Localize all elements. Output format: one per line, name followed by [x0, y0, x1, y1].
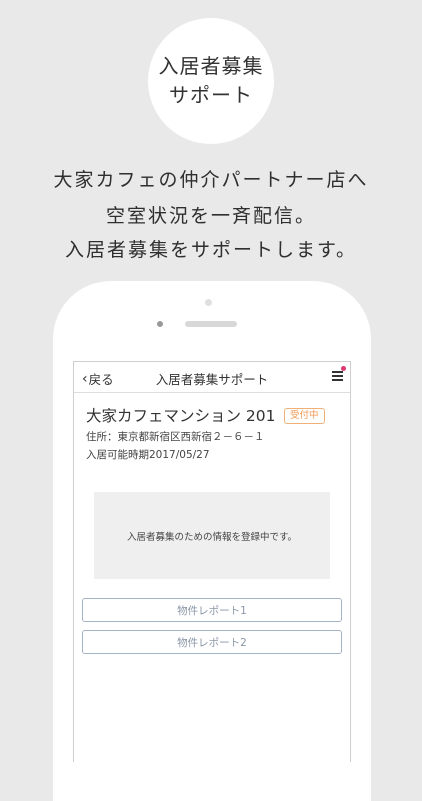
property-report-1-button[interactable]: 物件レポート1 — [82, 598, 342, 622]
app-screen: ‹ 戻る 入居者募集サポート 大家カフェマンション 201 受付中 住所：東京都… — [73, 361, 351, 762]
property-report-2-button[interactable]: 物件レポート2 — [82, 630, 342, 654]
phone-camera — [157, 321, 163, 327]
hamburger-menu-icon[interactable] — [332, 371, 343, 381]
property-name: 大家カフェマンション 201 — [86, 407, 276, 425]
feature-badge: 入居者募集 サポート — [148, 18, 274, 144]
info-panel: 入居者募集のための情報を登録中です。 — [94, 492, 330, 579]
tagline-line3: 入居者募集をサポートします。 — [64, 239, 358, 261]
status-badge: 受付中 — [284, 408, 325, 424]
feature-badge-line1: 入居者募集 — [158, 54, 264, 78]
page-title: 入居者募集サポート — [155, 372, 269, 387]
notification-dot — [341, 366, 346, 371]
feature-badge-line2: サポート — [169, 83, 253, 107]
phone-sensor-dot — [205, 299, 212, 306]
phone-speaker — [185, 321, 237, 327]
phone-frame: ‹ 戻る 入居者募集サポート 大家カフェマンション 201 受付中 住所：東京都… — [53, 281, 371, 801]
tagline-line1: 大家カフェの仲介パートナー店へ — [53, 169, 369, 191]
app-navbar: ‹ 戻る 入居者募集サポート — [74, 362, 350, 393]
property-address: 住所：東京都新宿区西新宿２－６－１ — [86, 431, 265, 443]
info-message: 入居者募集のための情報を登録中です。 — [126, 531, 298, 543]
move-in-date: 入居可能時期2017/05/27 — [86, 449, 210, 461]
tagline-line2: 空室状況を一斉配信。 — [105, 205, 316, 227]
